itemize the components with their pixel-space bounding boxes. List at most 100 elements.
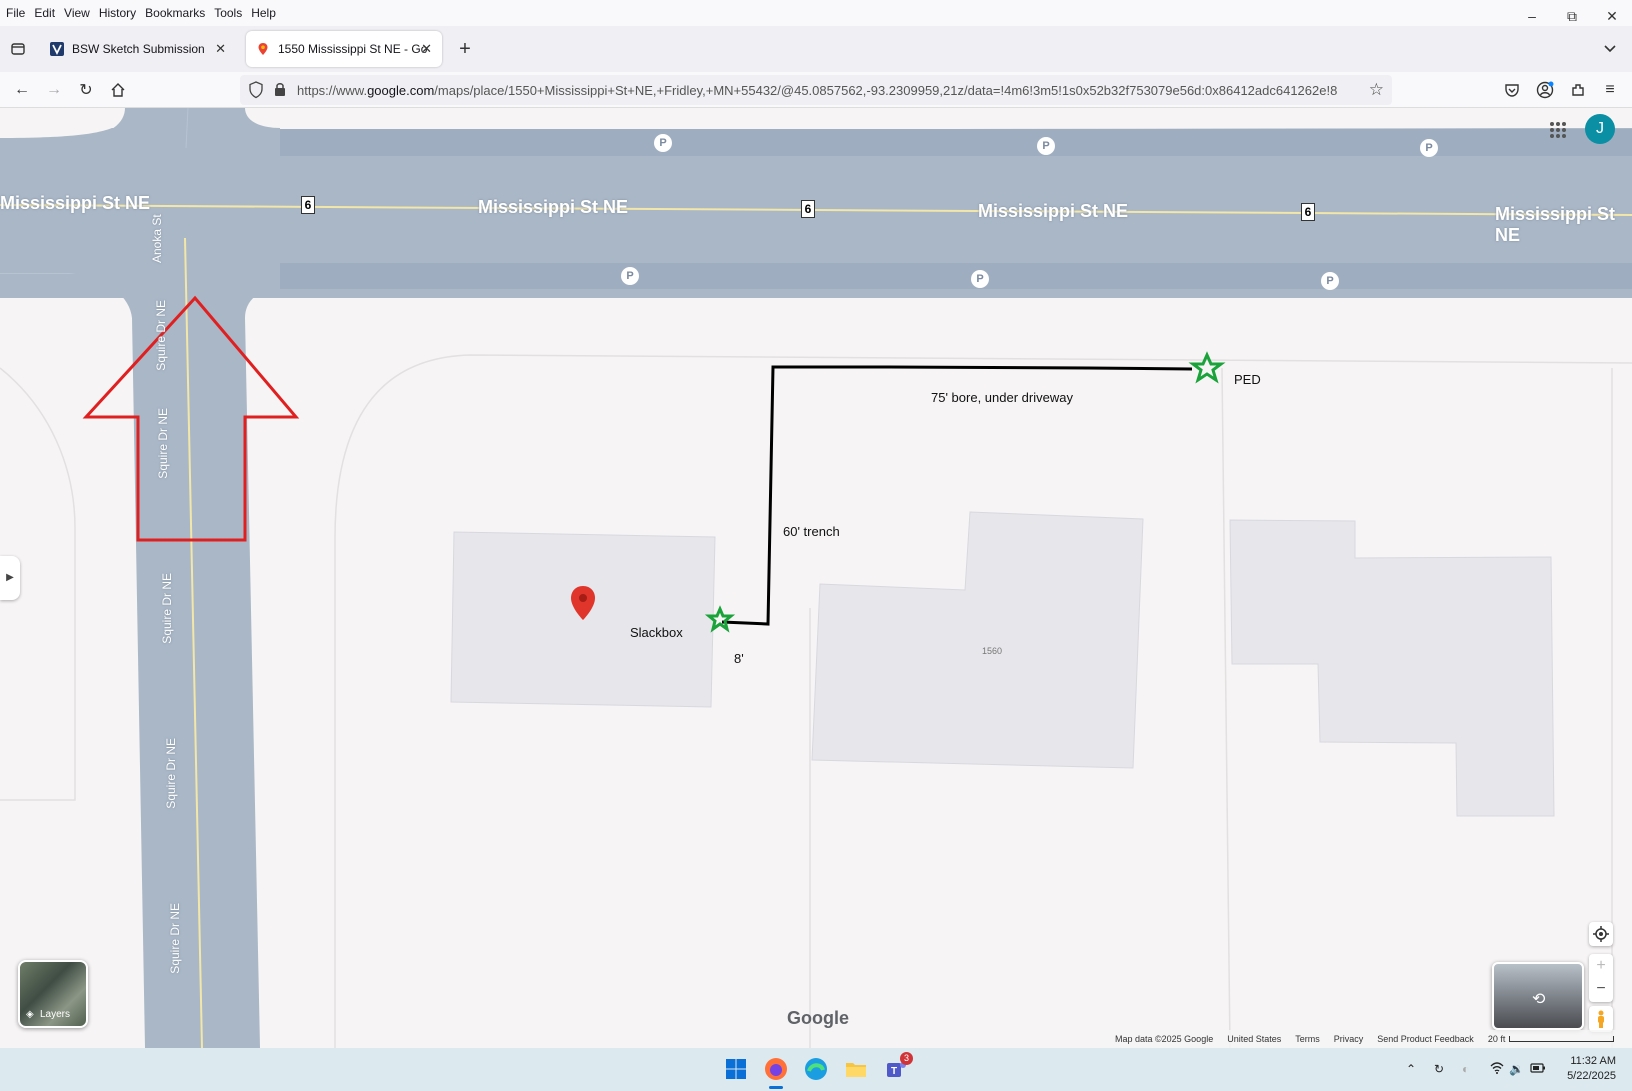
maps-favicon bbox=[256, 42, 270, 56]
forward-icon[interactable]: → bbox=[42, 78, 66, 102]
list-tabs-icon[interactable] bbox=[1598, 37, 1622, 61]
street-label: Mississippi St NE bbox=[478, 197, 629, 217]
teams-icon[interactable]: T 3 bbox=[883, 1052, 913, 1082]
bookmark-star-icon[interactable]: ☆ bbox=[1369, 80, 1384, 100]
zoom-in-icon[interactable]: + bbox=[1589, 954, 1613, 978]
wifi-icon[interactable] bbox=[1490, 1062, 1504, 1077]
street-label: Mississippi St NE bbox=[978, 201, 1129, 221]
my-location-icon[interactable] bbox=[1589, 922, 1613, 946]
parking-icon[interactable]: P bbox=[1037, 137, 1055, 155]
parking-icon[interactable]: P bbox=[971, 270, 989, 288]
anoka-street-label: Anoka St bbox=[150, 214, 164, 263]
menu-view[interactable]: View bbox=[64, 6, 90, 20]
menu-tools[interactable]: Tools bbox=[214, 6, 242, 20]
back-icon[interactable]: ← bbox=[10, 78, 34, 102]
short-run-label: 8' bbox=[734, 651, 744, 666]
clock-time: 11:32 AM bbox=[1570, 1055, 1616, 1067]
edge-icon[interactable] bbox=[803, 1056, 829, 1082]
zoom-out-icon[interactable]: − bbox=[1589, 978, 1613, 1002]
menu-file[interactable]: File bbox=[6, 6, 25, 20]
region-link[interactable]: United States bbox=[1227, 1034, 1281, 1044]
privacy-link[interactable]: Privacy bbox=[1334, 1034, 1364, 1044]
expand-panel-icon[interactable]: ▶ bbox=[0, 556, 20, 600]
ped-label: PED bbox=[1234, 372, 1261, 387]
home-icon[interactable] bbox=[106, 78, 130, 102]
nav-bar: ← → ↻ https://www.google.com/maps/place/… bbox=[0, 72, 1632, 108]
menu-history[interactable]: History bbox=[99, 6, 136, 20]
map-graphics bbox=[0, 108, 1632, 1048]
tab-bar: BSW Sketch Submission ✕ 1550 Mississippi… bbox=[0, 26, 1632, 72]
side-street-label: Squire Dr NE bbox=[154, 300, 168, 371]
notification-badge: 3 bbox=[900, 1052, 913, 1065]
route-shield: 6 bbox=[1301, 203, 1315, 221]
google-apps-icon[interactable] bbox=[1546, 118, 1570, 142]
menu-bar: File Edit View History Bookmarks Tools H… bbox=[0, 0, 1632, 26]
trench-label: 60' trench bbox=[783, 524, 840, 539]
new-tab-icon[interactable]: + bbox=[453, 37, 477, 61]
extensions-icon[interactable] bbox=[1566, 78, 1590, 102]
account-icon[interactable] bbox=[1533, 78, 1557, 102]
feedback-link[interactable]: Send Product Feedback bbox=[1377, 1034, 1474, 1044]
terms-link[interactable]: Terms bbox=[1295, 1034, 1320, 1044]
tab-overview-icon[interactable] bbox=[6, 37, 30, 61]
slackbox-label: Slackbox bbox=[630, 625, 683, 640]
side-street-label: Squire Dr NE bbox=[160, 573, 174, 644]
side-street-label: Squire Dr NE bbox=[168, 903, 182, 974]
show-hidden-icons-icon[interactable]: ⌃ bbox=[1406, 1062, 1416, 1076]
pocket-icon[interactable] bbox=[1500, 78, 1524, 102]
taskbar: T 3 ⌃ ↻ ◐ 🔉 11:32 AM 5/22/2025 bbox=[0, 1048, 1632, 1091]
url-text: https://www.google.com/maps/place/1550+M… bbox=[297, 82, 1337, 98]
tab-bsw-sketch[interactable]: BSW Sketch Submission ✕ bbox=[40, 31, 236, 67]
rotate-view-icon: ⟲ bbox=[1532, 991, 1546, 1008]
windows-start-icon[interactable] bbox=[723, 1056, 749, 1082]
tracking-shield-icon[interactable] bbox=[248, 81, 264, 104]
parking-icon[interactable]: P bbox=[621, 267, 639, 285]
parking-icon[interactable]: P bbox=[654, 134, 672, 152]
svg-text:T: T bbox=[891, 1066, 897, 1077]
scale-label[interactable]: 20 ft bbox=[1488, 1034, 1506, 1044]
street-label: Mississippi St NE bbox=[1495, 204, 1616, 245]
parking-icon[interactable]: P bbox=[1420, 139, 1438, 157]
bore-label: 75' bore, under driveway bbox=[931, 390, 1073, 405]
scale-bar bbox=[1509, 1036, 1615, 1042]
zoom-controls: + − bbox=[1589, 954, 1613, 1002]
menu-edit[interactable]: Edit bbox=[34, 6, 55, 20]
clock[interactable]: 11:32 AM 5/22/2025 bbox=[1567, 1054, 1616, 1084]
pegman-icon[interactable] bbox=[1589, 1006, 1613, 1032]
map-data-credit: Map data ©2025 Google bbox=[1115, 1034, 1214, 1044]
lock-icon[interactable] bbox=[273, 81, 287, 102]
close-tab-icon[interactable]: ✕ bbox=[215, 41, 226, 57]
reload-icon[interactable]: ↻ bbox=[74, 78, 98, 102]
battery-icon[interactable] bbox=[1530, 1062, 1546, 1076]
street-view-thumbnail[interactable]: ⟲ bbox=[1492, 962, 1584, 1030]
parking-icon[interactable]: P bbox=[1321, 272, 1339, 290]
layers-label: Layers bbox=[40, 1009, 71, 1020]
route-shield: 6 bbox=[801, 200, 815, 218]
clock-date: 5/22/2025 bbox=[1567, 1070, 1616, 1082]
menu-bookmarks[interactable]: Bookmarks bbox=[145, 6, 205, 20]
tab-google-maps[interactable]: 1550 Mississippi St NE - Google ✕ bbox=[246, 31, 442, 67]
layers-button[interactable]: ◈ Layers bbox=[18, 960, 88, 1028]
street-label: Mississippi St NE bbox=[0, 193, 151, 213]
building-number: 1560 bbox=[982, 646, 1003, 656]
map-footer: Map data ©2025 Google United States Term… bbox=[1100, 1030, 1632, 1048]
route-shield: 6 bbox=[301, 196, 315, 214]
file-explorer-icon[interactable] bbox=[843, 1056, 869, 1082]
app-menu-icon[interactable]: ≡ bbox=[1598, 78, 1622, 102]
ped-star-icon bbox=[1188, 351, 1226, 384]
close-tab-icon[interactable]: ✕ bbox=[421, 41, 432, 57]
avatar[interactable]: J bbox=[1585, 114, 1615, 144]
volume-icon[interactable]: 🔉 bbox=[1509, 1062, 1524, 1076]
bsw-favicon bbox=[50, 42, 64, 56]
firefox-icon[interactable] bbox=[763, 1056, 789, 1089]
layers-icon: ◈ bbox=[26, 1009, 34, 1020]
side-street-label: Squire Dr NE bbox=[164, 738, 178, 809]
menu-help[interactable]: Help bbox=[251, 6, 276, 20]
active-indicator bbox=[769, 1086, 783, 1089]
map-canvas[interactable]: Mississippi St NE Mississippi St NE Miss… bbox=[0, 108, 1632, 1048]
night-light-icon[interactable]: ◐ bbox=[1462, 1062, 1469, 1076]
url-bar[interactable]: https://www.google.com/maps/place/1550+M… bbox=[240, 75, 1392, 105]
side-street-label: Squire Dr NE bbox=[156, 408, 170, 479]
sync-icon[interactable]: ↻ bbox=[1434, 1062, 1444, 1076]
google-logo: Google bbox=[787, 1008, 849, 1028]
